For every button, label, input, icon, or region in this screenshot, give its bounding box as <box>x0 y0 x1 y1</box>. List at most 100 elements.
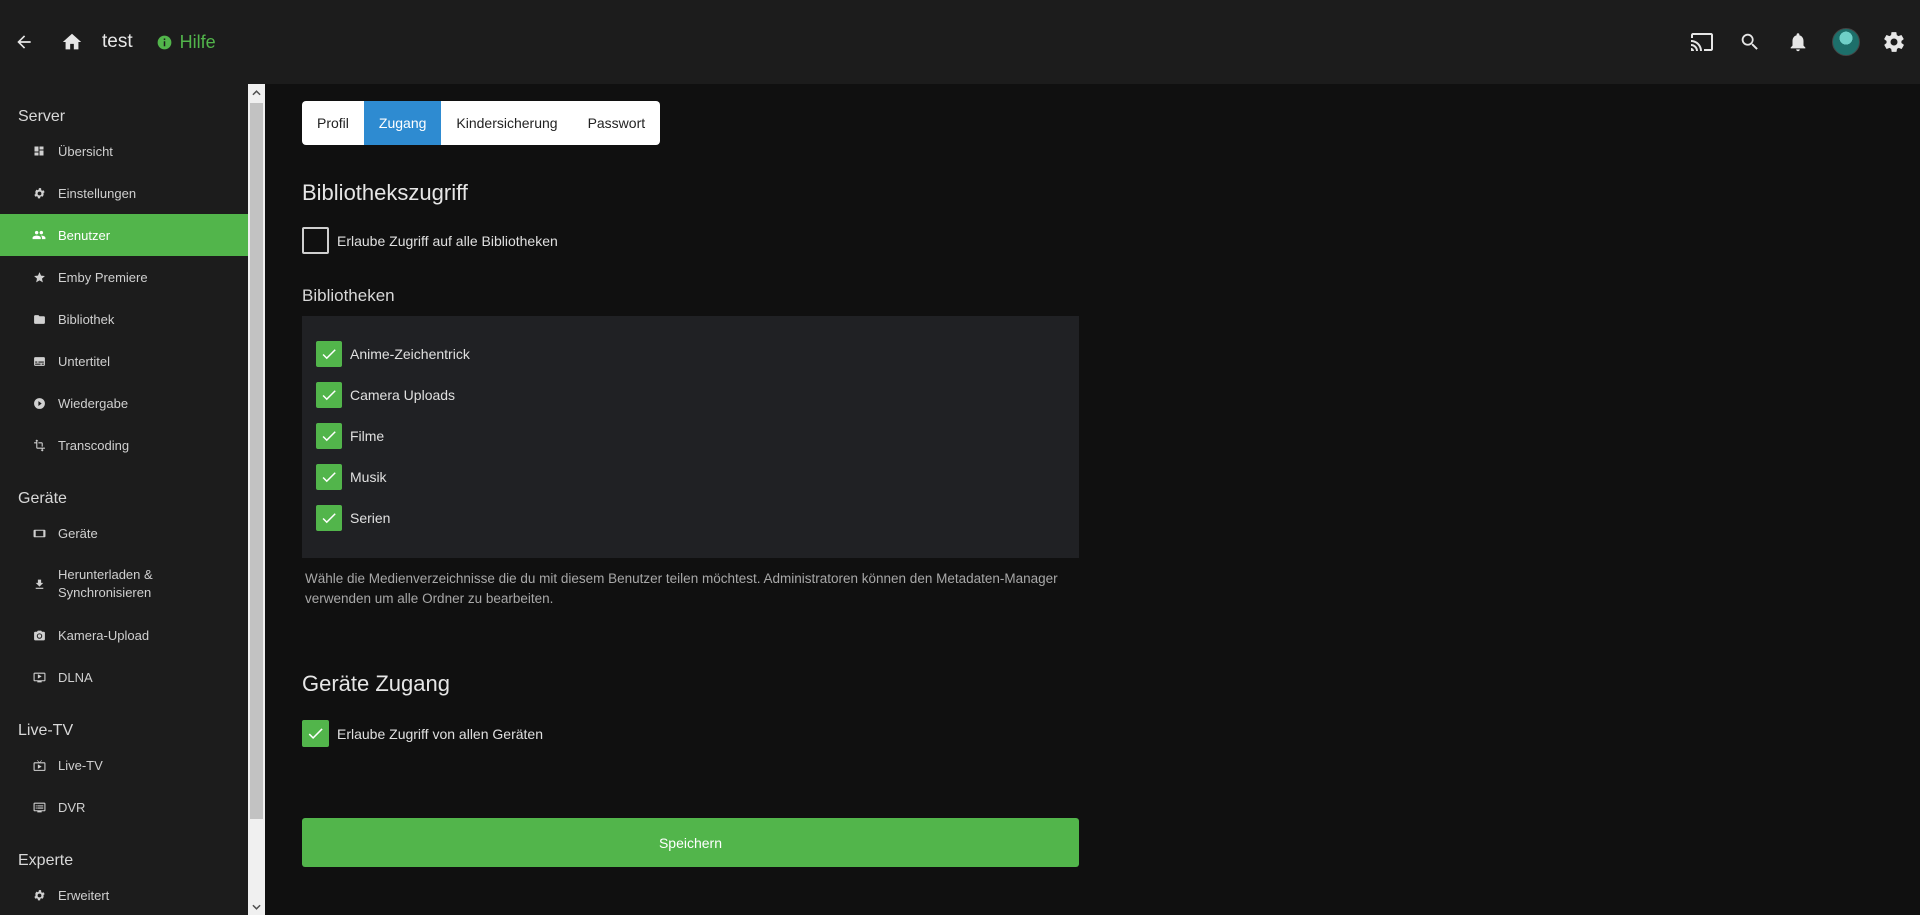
home-button[interactable] <box>48 18 96 66</box>
library-checkbox[interactable] <box>316 505 342 531</box>
tab-zugang[interactable]: Zugang <box>363 101 442 145</box>
sidebar-section-server: Server <box>18 108 66 125</box>
gear-icon <box>32 888 46 902</box>
help-link[interactable]: Hilfe <box>157 32 216 53</box>
sidebar-item-label: DVR <box>58 799 86 815</box>
people-icon <box>32 228 46 242</box>
app-header: test Hilfe <box>0 0 1920 84</box>
check-icon <box>322 513 336 524</box>
sidebar-item-benutzer[interactable]: Benutzer <box>0 214 248 256</box>
user-avatar-button[interactable] <box>1822 18 1870 66</box>
back-button[interactable] <box>0 18 48 66</box>
all-devices-checkbox[interactable] <box>302 720 329 747</box>
notifications-button[interactable] <box>1774 18 1822 66</box>
tab-passwort[interactable]: Passwort <box>573 101 661 145</box>
sidebar: Server Übersicht Einstellungen Benutzer … <box>0 84 248 915</box>
library-label: Musik <box>350 469 387 485</box>
info-icon <box>157 35 171 49</box>
dlna-icon <box>32 670 46 684</box>
devices-icon <box>32 526 46 540</box>
sidebar-item-untertitel[interactable]: Untertitel <box>0 340 248 382</box>
device-access-heading: Geräte Zugang <box>302 671 450 696</box>
sidebar-item-label: Transcoding <box>58 437 130 453</box>
all-libraries-label: Erlaube Zugriff auf alle Bibliotheken <box>337 232 558 249</box>
library-label: Anime-Zeichentrick <box>350 346 470 362</box>
sidebar-item-dvr[interactable]: DVR <box>0 786 248 828</box>
list-item: Filme <box>316 423 384 449</box>
library-label: Filme <box>350 428 385 444</box>
list-item: Musik <box>316 464 387 490</box>
sidebar-item-geraete[interactable]: Geräte <box>0 512 248 554</box>
check-icon <box>308 728 323 740</box>
sidebar-item-label: Benutzer <box>58 227 111 243</box>
library-access-heading: Bibliothekszugriff <box>302 180 468 205</box>
sidebar-item-erweitert[interactable]: Erweitert <box>0 874 248 915</box>
sidebar-scrollbar[interactable] <box>248 84 265 915</box>
save-button[interactable]: Speichern <box>302 818 1079 867</box>
sidebar-item-dlna[interactable]: DLNA <box>0 656 248 698</box>
scrollbar-thumb[interactable] <box>250 103 263 819</box>
sidebar-item-label: Übersicht <box>58 143 113 159</box>
camera-icon <box>32 628 46 642</box>
play-circle-icon <box>32 396 46 410</box>
check-icon <box>322 472 336 483</box>
home-icon <box>62 33 82 50</box>
avatar <box>1832 28 1860 56</box>
sidebar-item-uebersicht[interactable]: Übersicht <box>0 130 248 172</box>
sidebar-item-label: Erweitert <box>58 887 110 903</box>
sidebar-section-geraete: Geräte <box>18 490 67 507</box>
sidebar-item-label: DLNA <box>58 669 93 685</box>
list-item: Anime-Zeichentrick <box>316 341 470 367</box>
libraries-list: Anime-Zeichentrick Camera Uploads Filme … <box>302 316 1079 558</box>
library-checkbox[interactable] <box>316 423 342 449</box>
sidebar-item-label: Kamera-Upload <box>58 627 150 643</box>
library-checkbox[interactable] <box>316 464 342 490</box>
search-icon <box>1741 33 1758 50</box>
sidebar-section-experte: Experte <box>18 852 74 869</box>
all-libraries-row: Erlaube Zugriff auf alle Bibliotheken <box>302 227 558 254</box>
main-content: Profil Zugang Kindersicherung Passwort B… <box>265 84 1920 915</box>
chevron-down-icon <box>252 904 261 910</box>
header-right <box>1678 18 1920 66</box>
sidebar-item-emby-premiere[interactable]: Emby Premiere <box>0 256 248 298</box>
star-icon <box>32 270 46 284</box>
sidebar-item-kamera-upload[interactable]: Kamera-Upload <box>0 614 248 656</box>
tab-kindersicherung[interactable]: Kindersicherung <box>441 101 572 145</box>
sidebar-item-label: Geräte <box>58 525 98 541</box>
sidebar-item-bibliothek[interactable]: Bibliothek <box>0 298 248 340</box>
sidebar-item-transcoding[interactable]: Transcoding <box>0 424 248 466</box>
dashboard-icon <box>32 144 46 158</box>
folder-icon <box>32 312 46 326</box>
list-item: Serien <box>316 505 390 531</box>
library-checkbox[interactable] <box>316 341 342 367</box>
cast-button[interactable] <box>1678 18 1726 66</box>
sidebar-item-wiedergabe[interactable]: Wiedergabe <box>0 382 248 424</box>
all-devices-row: Erlaube Zugriff von allen Geräten <box>302 720 543 747</box>
search-button[interactable] <box>1726 18 1774 66</box>
settings-button[interactable] <box>1870 18 1918 66</box>
bell-icon <box>1790 33 1806 52</box>
sidebar-item-einstellungen[interactable]: Einstellungen <box>0 172 248 214</box>
sidebar-item-live-tv[interactable]: Live-TV <box>0 744 248 786</box>
page-title: test <box>102 31 133 52</box>
library-label: Camera Uploads <box>350 387 456 403</box>
subtitles-icon <box>32 354 46 368</box>
check-icon <box>322 431 336 442</box>
all-devices-label: Erlaube Zugriff von allen Geräten <box>337 725 543 742</box>
scroll-up-button[interactable] <box>248 84 265 101</box>
sidebar-item-herunterladen[interactable]: Herunterladen & Synchronisieren <box>0 554 248 614</box>
tv-icon <box>32 758 46 772</box>
tab-profil[interactable]: Profil <box>302 101 364 145</box>
list-item: Camera Uploads <box>316 382 455 408</box>
sidebar-item-label: Live-TV <box>58 757 103 773</box>
all-libraries-checkbox[interactable] <box>302 227 329 254</box>
chevron-up-icon <box>252 89 261 95</box>
help-label: Hilfe <box>179 31 216 52</box>
tab-bar: Profil Zugang Kindersicherung Passwort <box>302 101 661 145</box>
download-icon <box>32 577 46 591</box>
library-checkbox[interactable] <box>316 382 342 408</box>
sidebar-item-label: Wiedergabe <box>58 395 129 411</box>
sidebar-section-live-tv: Live-TV <box>18 722 74 739</box>
transform-icon <box>32 438 46 452</box>
scroll-down-button[interactable] <box>248 898 265 915</box>
